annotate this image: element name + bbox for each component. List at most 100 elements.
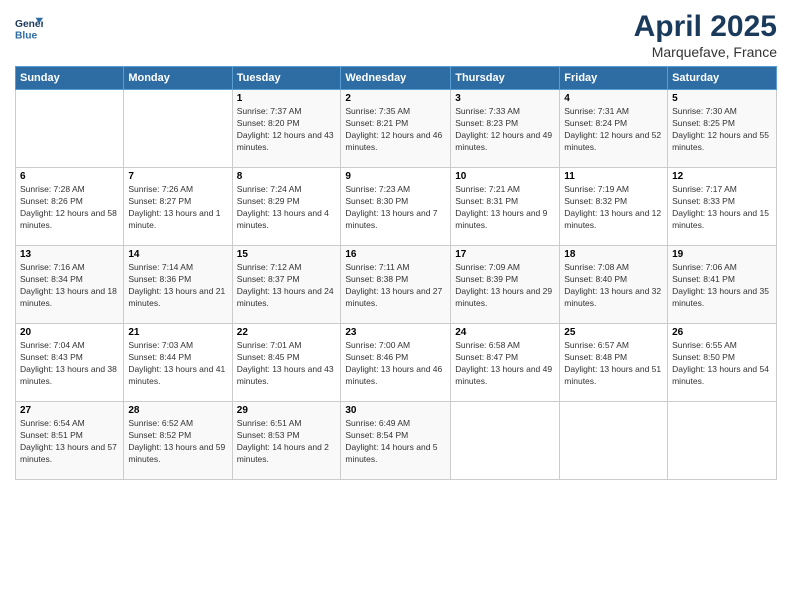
calendar-cell: 29 Sunrise: 6:51 AM Sunset: 8:53 PM Dayli… bbox=[232, 402, 341, 480]
calendar-cell: 10 Sunrise: 7:21 AM Sunset: 8:31 PM Dayli… bbox=[451, 168, 560, 246]
calendar-cell: 24Sunrise: 6:58 AM Sunset: 8:47 PM Dayli… bbox=[451, 324, 560, 402]
day-info: Sunrise: 7:21 AM Sunset: 8:31 PM Dayligh… bbox=[455, 184, 555, 232]
day-info: Sunrise: 7:24 AM Sunset: 8:29 PM Dayligh… bbox=[237, 184, 337, 232]
calendar-cell: 7Sunrise: 7:26 AM Sunset: 8:27 PM Daylig… bbox=[124, 168, 232, 246]
calendar-cell: 21 Sunrise: 7:03 AM Sunset: 8:44 PM Dayli… bbox=[124, 324, 232, 402]
day-number: 11 bbox=[564, 171, 663, 182]
calendar-cell: 11 Sunrise: 7:19 AM Sunset: 8:32 PM Dayli… bbox=[560, 168, 668, 246]
calendar-cell: 4 Sunrise: 7:31 AM Sunset: 8:24 PM Daylig… bbox=[560, 90, 668, 168]
calendar-cell: 23 Sunrise: 7:00 AM Sunset: 8:46 PM Dayli… bbox=[341, 324, 451, 402]
col-thursday: Thursday bbox=[451, 67, 560, 90]
day-number: 3 bbox=[455, 93, 555, 104]
day-number: 27 bbox=[20, 405, 119, 416]
week-row-5: 27Sunrise: 6:54 AM Sunset: 8:51 PM Dayli… bbox=[16, 402, 777, 480]
calendar-cell bbox=[668, 402, 777, 480]
calendar-cell: 6 Sunrise: 7:28 AM Sunset: 8:26 PM Daylig… bbox=[16, 168, 124, 246]
calendar-cell: 9 Sunrise: 7:23 AM Sunset: 8:30 PM Daylig… bbox=[341, 168, 451, 246]
day-number: 9 bbox=[345, 171, 446, 182]
day-number: 6 bbox=[20, 171, 119, 182]
day-info: Sunrise: 7:00 AM Sunset: 8:46 PM Dayligh… bbox=[345, 340, 446, 388]
title-area: April 2025 Marquefave, France bbox=[634, 10, 777, 60]
day-number: 13 bbox=[20, 249, 119, 260]
calendar-cell bbox=[124, 90, 232, 168]
header-area: General Blue April 2025 Marquefave, Fran… bbox=[15, 10, 777, 60]
day-number: 22 bbox=[237, 327, 337, 338]
calendar-cell: 30Sunrise: 6:49 AM Sunset: 8:54 PM Dayli… bbox=[341, 402, 451, 480]
day-number: 30 bbox=[345, 405, 446, 416]
calendar-cell bbox=[560, 402, 668, 480]
day-number: 19 bbox=[672, 249, 772, 260]
day-number: 7 bbox=[128, 171, 227, 182]
day-number: 29 bbox=[237, 405, 337, 416]
week-row-1: 1 Sunrise: 7:37 AM Sunset: 8:20 PM Daylig… bbox=[16, 90, 777, 168]
calendar-cell: 2 Sunrise: 7:35 AM Sunset: 8:21 PM Daylig… bbox=[341, 90, 451, 168]
day-info: Sunrise: 7:04 AM Sunset: 8:43 PM Dayligh… bbox=[20, 340, 119, 388]
day-number: 18 bbox=[564, 249, 663, 260]
day-number: 24 bbox=[455, 327, 555, 338]
calendar-cell: 18 Sunrise: 7:08 AM Sunset: 8:40 PM Dayli… bbox=[560, 246, 668, 324]
day-info: Sunrise: 7:30 AM Sunset: 8:25 PM Dayligh… bbox=[672, 106, 772, 154]
calendar-cell: 14 Sunrise: 7:14 AM Sunset: 8:36 PM Dayli… bbox=[124, 246, 232, 324]
day-info: Sunrise: 7:03 AM Sunset: 8:44 PM Dayligh… bbox=[128, 340, 227, 388]
day-number: 20 bbox=[20, 327, 119, 338]
day-number: 25 bbox=[564, 327, 663, 338]
day-info: Sunrise: 7:14 AM Sunset: 8:36 PM Dayligh… bbox=[128, 262, 227, 310]
calendar-table: Sunday Monday Tuesday Wednesday Thursday… bbox=[15, 66, 777, 480]
day-number: 26 bbox=[672, 327, 772, 338]
day-info: Sunrise: 7:11 AM Sunset: 8:38 PM Dayligh… bbox=[345, 262, 446, 310]
week-row-2: 6 Sunrise: 7:28 AM Sunset: 8:26 PM Daylig… bbox=[16, 168, 777, 246]
day-info: Sunrise: 7:08 AM Sunset: 8:40 PM Dayligh… bbox=[564, 262, 663, 310]
day-number: 2 bbox=[345, 93, 446, 104]
calendar-cell: 19Sunrise: 7:06 AM Sunset: 8:41 PM Dayli… bbox=[668, 246, 777, 324]
day-info: Sunrise: 7:37 AM Sunset: 8:20 PM Dayligh… bbox=[237, 106, 337, 154]
calendar-cell: 28 Sunrise: 6:52 AM Sunset: 8:52 PM Dayli… bbox=[124, 402, 232, 480]
logo: General Blue bbox=[15, 14, 47, 42]
day-info: Sunrise: 6:57 AM Sunset: 8:48 PM Dayligh… bbox=[564, 340, 663, 388]
calendar-cell bbox=[16, 90, 124, 168]
day-info: Sunrise: 7:01 AM Sunset: 8:45 PM Dayligh… bbox=[237, 340, 337, 388]
col-saturday: Saturday bbox=[668, 67, 777, 90]
subtitle: Marquefave, France bbox=[634, 44, 777, 60]
day-number: 5 bbox=[672, 93, 772, 104]
day-info: Sunrise: 7:23 AM Sunset: 8:30 PM Dayligh… bbox=[345, 184, 446, 232]
calendar-cell: 26 Sunrise: 6:55 AM Sunset: 8:50 PM Dayli… bbox=[668, 324, 777, 402]
day-info: Sunrise: 7:28 AM Sunset: 8:26 PM Dayligh… bbox=[20, 184, 119, 232]
col-monday: Monday bbox=[124, 67, 232, 90]
day-info: Sunrise: 6:52 AM Sunset: 8:52 PM Dayligh… bbox=[128, 418, 227, 466]
calendar-cell: 16Sunrise: 7:11 AM Sunset: 8:38 PM Dayli… bbox=[341, 246, 451, 324]
day-number: 10 bbox=[455, 171, 555, 182]
day-info: Sunrise: 7:31 AM Sunset: 8:24 PM Dayligh… bbox=[564, 106, 663, 154]
calendar-cell: 5 Sunrise: 7:30 AM Sunset: 8:25 PM Daylig… bbox=[668, 90, 777, 168]
day-number: 14 bbox=[128, 249, 227, 260]
day-number: 28 bbox=[128, 405, 227, 416]
calendar-cell: 8 Sunrise: 7:24 AM Sunset: 8:29 PM Daylig… bbox=[232, 168, 341, 246]
calendar-cell: 13Sunrise: 7:16 AM Sunset: 8:34 PM Dayli… bbox=[16, 246, 124, 324]
day-info: Sunrise: 6:51 AM Sunset: 8:53 PM Dayligh… bbox=[237, 418, 337, 466]
calendar-cell: 17 Sunrise: 7:09 AM Sunset: 8:39 PM Dayli… bbox=[451, 246, 560, 324]
day-info: Sunrise: 6:55 AM Sunset: 8:50 PM Dayligh… bbox=[672, 340, 772, 388]
calendar-cell bbox=[451, 402, 560, 480]
day-number: 21 bbox=[128, 327, 227, 338]
day-number: 23 bbox=[345, 327, 446, 338]
day-number: 4 bbox=[564, 93, 663, 104]
logo-icon: General Blue bbox=[15, 14, 43, 42]
day-number: 8 bbox=[237, 171, 337, 182]
week-row-4: 20 Sunrise: 7:04 AM Sunset: 8:43 PM Dayli… bbox=[16, 324, 777, 402]
svg-text:Blue: Blue bbox=[15, 30, 38, 41]
calendar-cell: 22 Sunrise: 7:01 AM Sunset: 8:45 PM Dayli… bbox=[232, 324, 341, 402]
calendar-cell: 1 Sunrise: 7:37 AM Sunset: 8:20 PM Daylig… bbox=[232, 90, 341, 168]
day-number: 1 bbox=[237, 93, 337, 104]
day-number: 17 bbox=[455, 249, 555, 260]
day-info: Sunrise: 7:09 AM Sunset: 8:39 PM Dayligh… bbox=[455, 262, 555, 310]
col-sunday: Sunday bbox=[16, 67, 124, 90]
calendar-cell: 15Sunrise: 7:12 AM Sunset: 8:37 PM Dayli… bbox=[232, 246, 341, 324]
header-row: Sunday Monday Tuesday Wednesday Thursday… bbox=[16, 67, 777, 90]
day-number: 12 bbox=[672, 171, 772, 182]
day-info: Sunrise: 7:35 AM Sunset: 8:21 PM Dayligh… bbox=[345, 106, 446, 154]
day-info: Sunrise: 7:19 AM Sunset: 8:32 PM Dayligh… bbox=[564, 184, 663, 232]
day-number: 15 bbox=[237, 249, 337, 260]
main-title: April 2025 bbox=[634, 10, 777, 44]
calendar-cell: 3Sunrise: 7:33 AM Sunset: 8:23 PM Daylig… bbox=[451, 90, 560, 168]
week-row-3: 13Sunrise: 7:16 AM Sunset: 8:34 PM Dayli… bbox=[16, 246, 777, 324]
calendar-cell: 12Sunrise: 7:17 AM Sunset: 8:33 PM Dayli… bbox=[668, 168, 777, 246]
